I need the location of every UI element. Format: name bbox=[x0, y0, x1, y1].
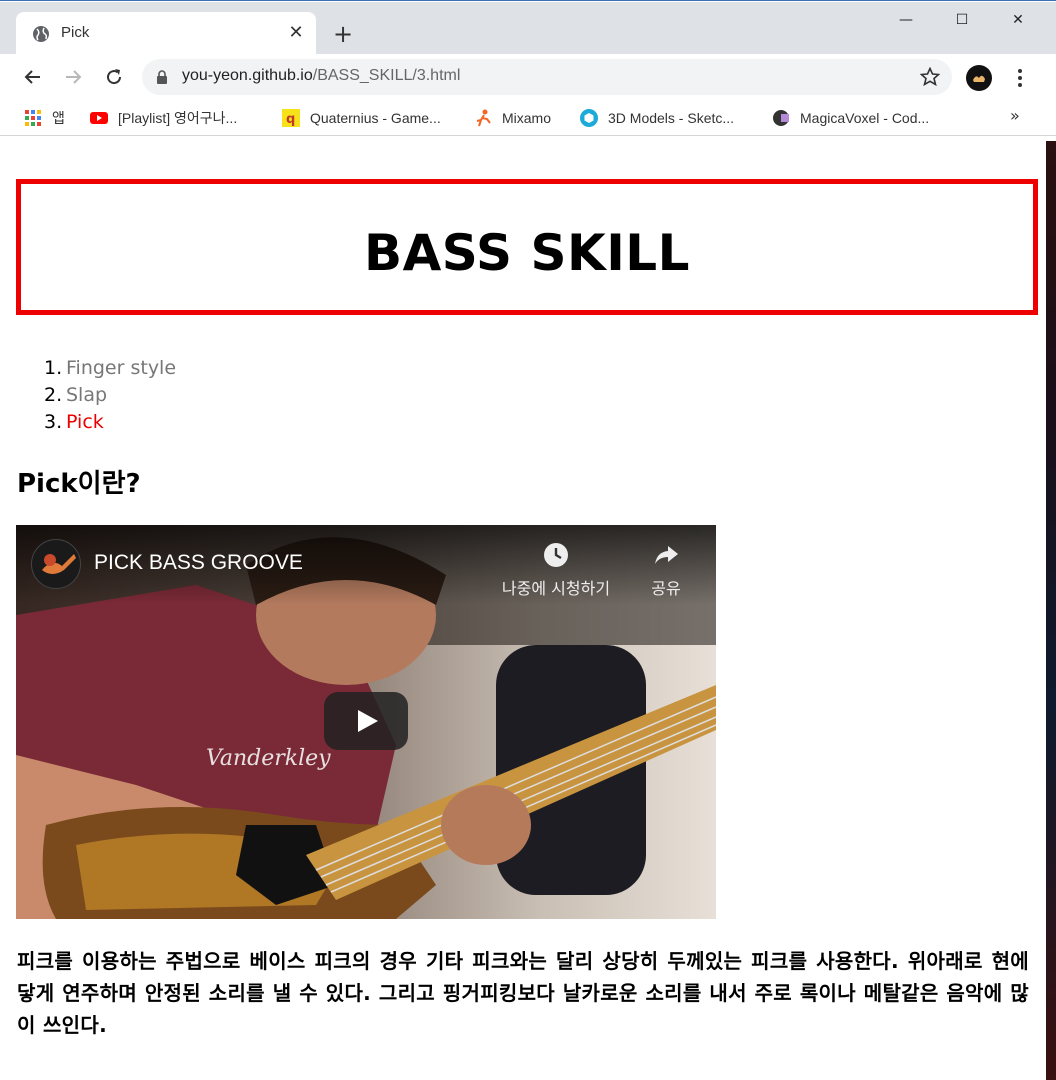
arrow-left-icon bbox=[24, 70, 40, 84]
browser-menu-button[interactable] bbox=[1010, 64, 1030, 92]
channel-avatar[interactable] bbox=[31, 539, 81, 589]
bookmarks-bar: 앱 [Playlist] 영어구나... q Quaternius - Game… bbox=[0, 100, 1056, 136]
bookmarks-overflow-button[interactable]: » bbox=[1010, 106, 1020, 125]
description-paragraph: 피크를 이용하는 주법으로 베이스 피크의 경우 기타 피크와는 달리 상당히 … bbox=[17, 949, 1029, 1037]
bookmark-sketchfab[interactable]: 3D Models - Sketc... bbox=[580, 108, 734, 128]
section-heading: Pick이란? bbox=[17, 469, 141, 499]
list-number: 1. bbox=[44, 357, 63, 379]
new-tab-button[interactable]: + bbox=[330, 20, 356, 48]
globe-icon bbox=[33, 26, 49, 42]
play-button[interactable] bbox=[324, 692, 408, 750]
maximize-button[interactable]: ☐ bbox=[934, 2, 990, 38]
browser-tab[interactable]: Pick ✕ bbox=[16, 12, 316, 55]
bookmark-label: 3D Models - Sketc... bbox=[608, 110, 735, 126]
lock-icon bbox=[157, 70, 167, 84]
address-bar[interactable]: you-yeon.github.io/BASS_SKILL/3.html bbox=[142, 59, 952, 95]
bookmark-mixamo[interactable]: Mixamo bbox=[474, 108, 551, 128]
bookmark-label: [Playlist] 영어구나... bbox=[118, 110, 238, 126]
watch-later-label: 나중에 시청하기 bbox=[501, 579, 611, 598]
page-content: BASS SKILL 1. Finger style 2. Slap 3. Pick … bbox=[0, 141, 1046, 1080]
list-item: 1. Finger style bbox=[44, 355, 176, 382]
skill-list: 1. Finger style 2. Slap 3. Pick bbox=[44, 355, 176, 436]
kebab-menu-icon bbox=[1018, 69, 1022, 87]
url-path: /BASS_SKILL/3.html bbox=[312, 67, 461, 84]
share-label: 공유 bbox=[651, 579, 681, 598]
bookmark-label: Mixamo bbox=[502, 110, 552, 126]
back-button[interactable] bbox=[18, 62, 48, 92]
skill-link-finger-style[interactable]: Finger style bbox=[66, 357, 176, 379]
tab-close-icon[interactable]: ✕ bbox=[286, 21, 306, 45]
header-banner: BASS SKILL bbox=[16, 179, 1038, 315]
reload-icon bbox=[107, 69, 122, 85]
bookmark-quaternius[interactable]: q Quaternius - Game... bbox=[282, 108, 441, 128]
sketchfab-icon bbox=[580, 109, 598, 127]
avatar-icon bbox=[973, 75, 985, 82]
skill-link-pick[interactable]: Pick bbox=[66, 411, 104, 433]
watch-later-button[interactable]: 나중에 시청하기 bbox=[486, 541, 626, 599]
share-arrow-icon bbox=[655, 546, 678, 564]
bookmark-label: Quaternius - Game... bbox=[310, 110, 441, 126]
youtube-icon bbox=[90, 112, 108, 124]
mixamo-icon bbox=[476, 109, 491, 127]
bookmark-playlist[interactable]: [Playlist] 영어구나... bbox=[90, 108, 237, 128]
bookmark-magicavoxel[interactable]: MagicaVoxel - Cod... bbox=[772, 108, 929, 128]
list-item: 3. Pick bbox=[44, 409, 176, 436]
browser-toolbar: you-yeon.github.io/BASS_SKILL/3.html bbox=[0, 54, 1056, 100]
profile-avatar[interactable] bbox=[966, 65, 992, 91]
page-title: BASS SKILL bbox=[363, 224, 691, 282]
tab-title: Pick bbox=[61, 24, 90, 41]
youtube-video-embed[interactable]: Vanderkley PICK BASS GROOVE 나중에 시청하기 공유 bbox=[16, 525, 716, 919]
close-window-button[interactable]: ✕ bbox=[990, 2, 1046, 38]
channel-logo-icon bbox=[42, 554, 76, 574]
list-number: 3. bbox=[44, 411, 63, 433]
skill-link-slap[interactable]: Slap bbox=[66, 384, 107, 406]
reload-button[interactable] bbox=[99, 62, 129, 92]
bookmark-star-icon[interactable] bbox=[920, 67, 940, 87]
url-text: you-yeon.github.io/BASS_SKILL/3.html bbox=[182, 67, 460, 85]
minimize-button[interactable]: — bbox=[878, 2, 934, 38]
browser-window: Pick ✕ + — ☐ ✕ you-yeon.github.io/BASS_S… bbox=[0, 0, 1056, 1080]
svg-text:Vanderkley: Vanderkley bbox=[206, 746, 331, 771]
svg-text:q: q bbox=[286, 112, 295, 127]
list-item: 2. Slap bbox=[44, 382, 176, 409]
play-icon bbox=[358, 710, 378, 732]
share-button[interactable]: 공유 bbox=[636, 541, 696, 599]
video-title[interactable]: PICK BASS GROOVE bbox=[94, 551, 303, 575]
clock-icon bbox=[544, 543, 568, 567]
tab-strip: Pick ✕ + — ☐ ✕ bbox=[0, 2, 1056, 55]
desktop-background-edge bbox=[1046, 141, 1056, 1080]
magicavoxel-icon bbox=[773, 110, 789, 126]
list-number: 2. bbox=[44, 384, 63, 406]
forward-button[interactable] bbox=[58, 62, 88, 92]
bookmark-label: 앱 bbox=[52, 110, 65, 126]
bookmark-apps[interactable]: 앱 bbox=[24, 108, 65, 128]
url-host: you-yeon.github.io bbox=[182, 67, 313, 84]
arrow-right-icon bbox=[66, 70, 82, 84]
bookmark-label: MagicaVoxel - Cod... bbox=[800, 110, 930, 126]
apps-grid-icon bbox=[25, 110, 41, 126]
quaternius-icon: q bbox=[282, 109, 300, 127]
